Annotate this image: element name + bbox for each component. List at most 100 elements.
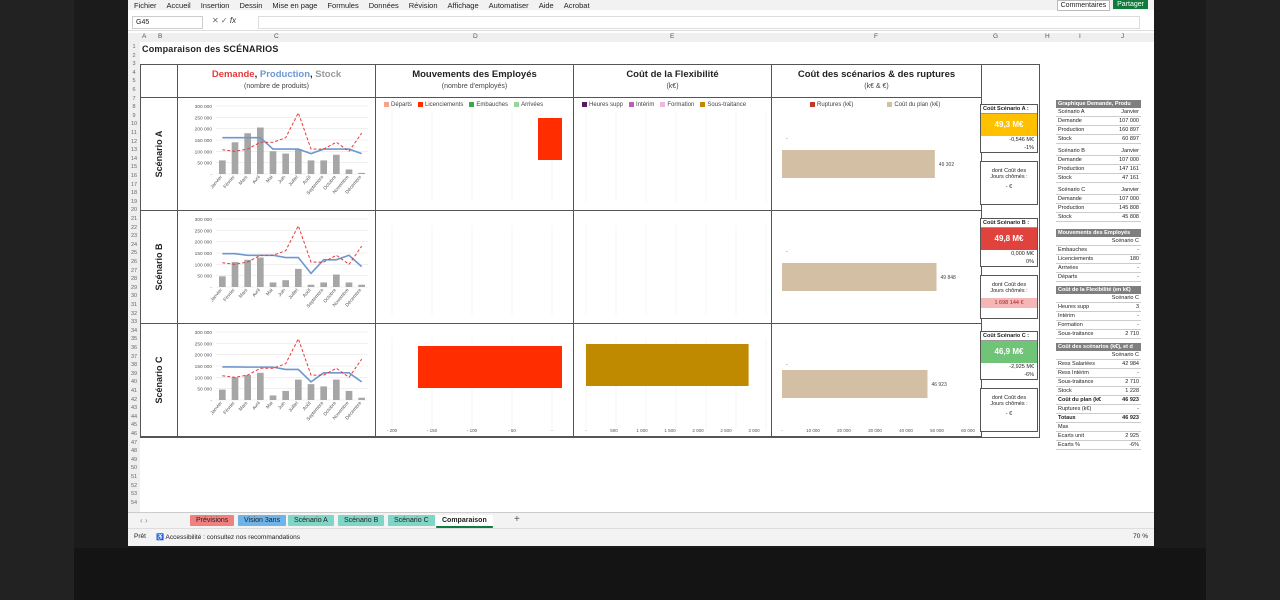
row-header[interactable]: 35 — [128, 336, 140, 342]
row-header[interactable]: 26 — [128, 259, 140, 265]
row-header[interactable]: 12 — [128, 139, 140, 145]
row-header[interactable]: 43 — [128, 405, 140, 411]
column-header-C[interactable]: C — [274, 33, 279, 40]
row-header[interactable]: 46 — [128, 431, 140, 437]
row-header[interactable]: 34 — [128, 328, 140, 334]
row-header[interactable]: 47 — [128, 440, 140, 446]
row-header[interactable]: 7 — [128, 96, 140, 102]
row-header[interactable]: 13 — [128, 147, 140, 153]
fx-icon[interactable]: ✕ ✓ fx — [212, 16, 236, 25]
menu-item-2[interactable]: Insertion — [201, 1, 230, 10]
row-header[interactable]: 3 — [128, 61, 140, 67]
row-header[interactable]: 1 — [128, 44, 140, 50]
row-header[interactable]: 16 — [128, 173, 140, 179]
row-header[interactable]: 17 — [128, 182, 140, 188]
row-header[interactable]: 19 — [128, 199, 140, 205]
menu-item-8[interactable]: Affichage — [448, 1, 479, 10]
sheet-nav-arrows[interactable]: ‹ › — [140, 516, 148, 525]
side-row: Max — [1056, 423, 1141, 432]
sheet-tab-1[interactable]: Vision 3ans — [238, 515, 287, 526]
row-header[interactable]: 21 — [128, 216, 140, 222]
row-header[interactable]: 54 — [128, 500, 140, 506]
sheet-tab-3[interactable]: Scénario B — [338, 515, 385, 526]
column-header-G[interactable]: G — [993, 33, 998, 40]
menu-item-4[interactable]: Mise en page — [272, 1, 317, 10]
row-header[interactable]: 5 — [128, 78, 140, 84]
row-header[interactable]: 14 — [128, 156, 140, 162]
row-header[interactable]: 53 — [128, 491, 140, 497]
row-header[interactable]: 48 — [128, 448, 140, 454]
row-header[interactable]: 22 — [128, 225, 140, 231]
column-header-F[interactable]: F — [874, 33, 878, 40]
row-header[interactable]: 39 — [128, 371, 140, 377]
menu-item-5[interactable]: Formules — [327, 1, 358, 10]
cell-label: Scénario B — [1058, 148, 1085, 154]
row-header[interactable]: 41 — [128, 388, 140, 394]
row-header[interactable]: 28 — [128, 276, 140, 282]
menu-item-7[interactable]: Révision — [409, 1, 438, 10]
menu-item-9[interactable]: Automatiser — [489, 1, 529, 10]
stock-bar — [219, 160, 226, 174]
sheet-tab-0[interactable]: Prévisions — [190, 515, 235, 526]
row-header[interactable]: 42 — [128, 397, 140, 403]
sheet-tab-2[interactable]: Scénario A — [288, 515, 334, 526]
row-header[interactable]: 18 — [128, 190, 140, 196]
employees-chart — [391, 225, 553, 315]
row-header[interactable]: 27 — [128, 268, 140, 274]
row-header[interactable]: 8 — [128, 104, 140, 110]
cell-label — [1056, 351, 1105, 359]
row-header[interactable]: 4 — [128, 70, 140, 76]
row-header[interactable]: 31 — [128, 302, 140, 308]
row-header[interactable]: 24 — [128, 242, 140, 248]
row-header[interactable]: 52 — [128, 483, 140, 489]
zoom-level[interactable]: 70 % — [1133, 533, 1148, 540]
row-header[interactable]: 6 — [128, 87, 140, 93]
column-header-B[interactable]: B — [158, 33, 162, 40]
row-header[interactable]: 44 — [128, 414, 140, 420]
cost-chart: - 49 848 — [782, 249, 956, 291]
row-header[interactable]: 50 — [128, 465, 140, 471]
menu-item-1[interactable]: Accueil — [167, 1, 191, 10]
row-header[interactable]: 2 — [128, 53, 140, 59]
row-header[interactable]: 38 — [128, 362, 140, 368]
row-header[interactable]: 37 — [128, 354, 140, 360]
side-row: Formation - — [1056, 321, 1141, 330]
row-header[interactable]: 36 — [128, 345, 140, 351]
row-header[interactable]: 45 — [128, 422, 140, 428]
row-header[interactable]: 49 — [128, 457, 140, 463]
comments-button[interactable]: Commentaires — [1056, 0, 1111, 11]
column-header-A[interactable]: A — [142, 33, 146, 40]
menu-item-3[interactable]: Dessin — [239, 1, 262, 10]
sheet-tab-5[interactable]: Comparaison — [436, 515, 493, 528]
share-button[interactable]: Partager — [1113, 0, 1148, 9]
column-header-I[interactable]: I — [1079, 33, 1081, 40]
row-header[interactable]: 51 — [128, 474, 140, 480]
menu-item-6[interactable]: Données — [369, 1, 399, 10]
row-header[interactable]: 10 — [128, 121, 140, 127]
name-box[interactable]: G45 — [132, 16, 203, 29]
column-header-J[interactable]: J — [1121, 33, 1124, 40]
column-header-D[interactable]: D — [473, 33, 478, 40]
row-header[interactable]: 11 — [128, 130, 140, 136]
row-header[interactable]: 40 — [128, 379, 140, 385]
row-header[interactable]: 15 — [128, 164, 140, 170]
accessibility-status[interactable]: ♿ Accessibilité : consultez nos recomman… — [156, 533, 300, 541]
add-sheet-button[interactable]: + — [514, 514, 520, 525]
row-header[interactable]: 30 — [128, 293, 140, 299]
menu-item-11[interactable]: Acrobat — [564, 1, 590, 10]
row-header[interactable]: 9 — [128, 113, 140, 119]
row-header[interactable]: 23 — [128, 233, 140, 239]
row-header[interactable]: 25 — [128, 250, 140, 256]
menu-item-0[interactable]: Fichier — [134, 1, 157, 10]
sheet-tab-4[interactable]: Scénario C — [388, 515, 435, 526]
column-header-H[interactable]: H — [1045, 33, 1050, 40]
stock-bar — [320, 282, 327, 287]
row-header[interactable]: 29 — [128, 285, 140, 291]
row-header[interactable]: 32 — [128, 311, 140, 317]
menu-item-10[interactable]: Aide — [539, 1, 554, 10]
row-header[interactable]: 33 — [128, 319, 140, 325]
formula-input[interactable] — [258, 16, 1140, 29]
x-tick-label: 40 000 — [899, 428, 913, 433]
row-header[interactable]: 20 — [128, 207, 140, 213]
column-header-E[interactable]: E — [670, 33, 674, 40]
